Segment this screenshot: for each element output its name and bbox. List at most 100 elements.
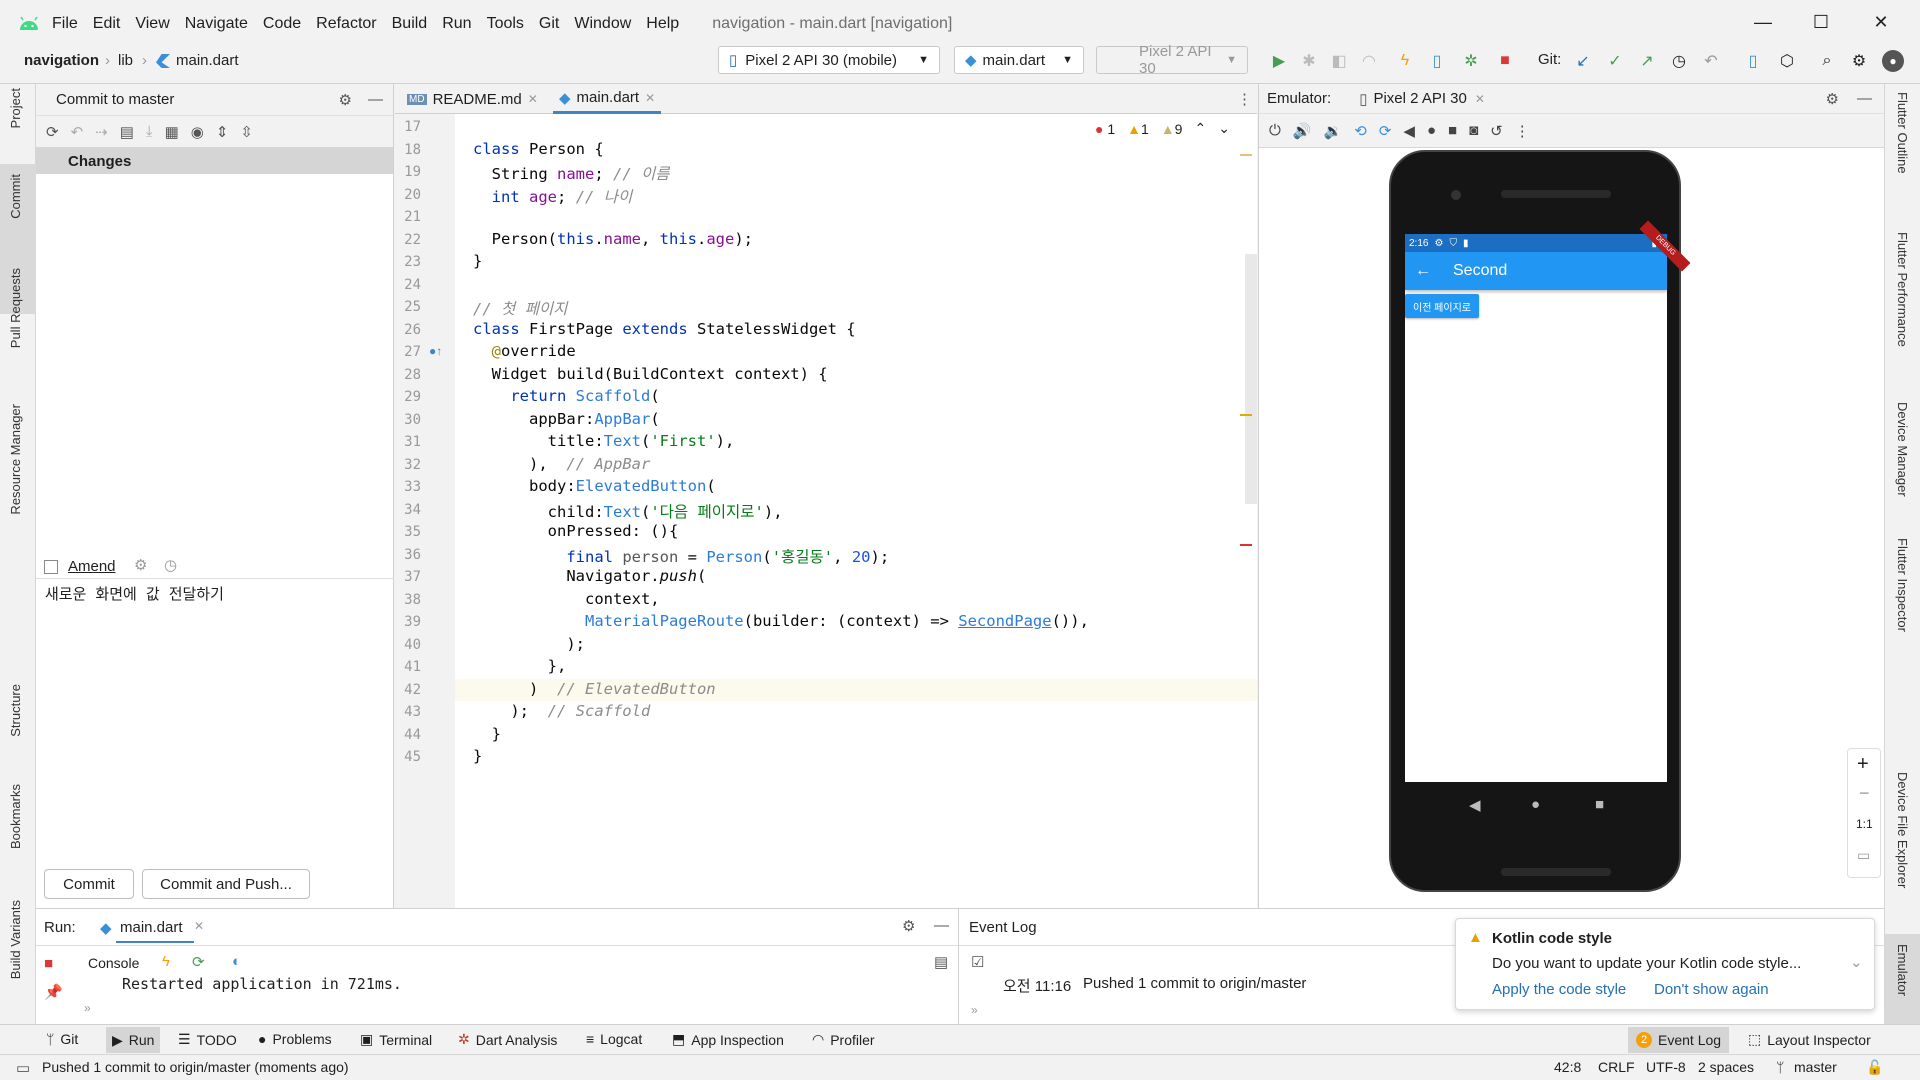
expand-all-icon[interactable]: ⇕ [216, 123, 229, 141]
back-icon[interactable]: ◀ [1403, 122, 1415, 140]
previous-page-button[interactable]: 이전 페이지로 [1405, 294, 1479, 318]
inspection-widget[interactable]: ● 1 ▲1 ▲9 ⌃ ⌄ [1095, 120, 1230, 137]
layout-icon[interactable]: ▤ [934, 953, 948, 971]
tool-terminal[interactable]: ▣ Terminal [360, 1031, 432, 1048]
tool-project[interactable]: Project [8, 88, 23, 128]
volume-down-icon[interactable]: 🔉 [1324, 122, 1343, 140]
tool-problems[interactable]: ● Problems [258, 1031, 332, 1047]
tab-main-dart[interactable]: ◆ main.dart ✕ [553, 84, 662, 114]
tool-commit[interactable]: Commit [8, 174, 23, 219]
breadcrumb-folder[interactable]: lib [118, 52, 133, 69]
zoom-in-icon[interactable]: + [1857, 753, 1869, 776]
menu-view[interactable]: View [135, 15, 169, 33]
avatar-icon[interactable]: ● [1882, 50, 1904, 72]
search-icon[interactable]: ⌕ [1816, 50, 1838, 72]
amend-checkbox[interactable] [44, 560, 58, 574]
tool-dart-analysis[interactable]: ✲ Dart Analysis [458, 1031, 557, 1048]
move-changes-icon[interactable]: ⇢ [95, 123, 108, 141]
tool-emulator[interactable]: Emulator [1895, 944, 1910, 996]
git-branch[interactable]: master [1794, 1059, 1837, 1075]
close-window-icon[interactable]: ✕ [1870, 12, 1892, 34]
close-tab-icon[interactable]: ✕ [645, 91, 655, 105]
refresh-icon[interactable]: ⟳ [46, 123, 59, 141]
indent-setting[interactable]: 2 spaces [1698, 1059, 1754, 1075]
tool-todo[interactable]: ☰ TODO [178, 1031, 237, 1048]
commit-button[interactable]: Commit [44, 869, 134, 899]
gear-icon[interactable]: ⚙ [134, 556, 147, 574]
zoom-fit-icon[interactable]: ▭ [1857, 847, 1870, 864]
apply-code-style-link[interactable]: Apply the code style [1492, 981, 1626, 998]
menu-window[interactable]: Window [574, 15, 631, 33]
back-arrow-icon[interactable]: ← [1415, 262, 1431, 280]
zoom-out-icon[interactable]: − [1859, 783, 1870, 804]
close-tab-icon[interactable]: ✕ [528, 92, 538, 106]
bug-icon[interactable]: ✲ [1460, 50, 1482, 72]
menu-code[interactable]: Code [263, 15, 301, 33]
tool-structure[interactable]: Structure [8, 684, 23, 737]
devtools-icon[interactable]: ◐ [232, 953, 241, 970]
chevron-down-icon[interactable]: ⌄ [1850, 953, 1863, 971]
settings-icon[interactable]: ⚙ [1848, 50, 1870, 72]
volume-up-icon[interactable]: 🔊 [1293, 122, 1312, 140]
sdk-manager-icon[interactable]: ⬡ [1776, 50, 1798, 72]
git-commit-icon[interactable]: ✓ [1604, 50, 1626, 72]
menu-tools[interactable]: Tools [487, 15, 524, 33]
changes-node[interactable]: Changes [36, 148, 393, 174]
menu-navigate[interactable]: Navigate [185, 15, 248, 33]
overview-icon[interactable]: ■ [1448, 122, 1457, 139]
hide-panel-icon[interactable]: — [368, 91, 383, 108]
settings-icon[interactable]: ⚙ [902, 917, 915, 935]
code-editor[interactable]: 17 18 19 20 21 22 23 24 25 26 27 28 29 30 31 32 33 34 35 36… [395, 114, 1257, 908]
menu-run[interactable]: Run [442, 15, 471, 33]
menu-help[interactable]: Help [646, 15, 679, 33]
snapshot-icon[interactable]: ↺ [1490, 122, 1503, 140]
tool-build-variants[interactable]: Build Variants [8, 900, 23, 979]
home-icon[interactable]: ● [1427, 122, 1436, 139]
phone-screen[interactable]: 2:16 ⚙ ⛉ ▮ ▮ ← Second DEBUG 이전 페이지로 [1405, 220, 1691, 782]
maximize-icon[interactable]: ☐ [1810, 12, 1832, 34]
tool-event-log[interactable]: 2 Event Log [1628, 1027, 1730, 1053]
zoom-actual-icon[interactable]: 1:1 [1856, 817, 1873, 831]
tool-pull-requests[interactable]: Pull Requests [8, 268, 23, 348]
commit-and-push-button[interactable]: Commit and Push... [142, 869, 310, 899]
tool-flutter-inspector[interactable]: Flutter Inspector [1895, 538, 1910, 632]
power-icon[interactable]: ⏻ [1269, 122, 1281, 139]
tool-flutter-performance[interactable]: Flutter Performance [1895, 232, 1910, 347]
rollback-icon[interactable]: ↶ [71, 123, 84, 141]
tool-resource-manager[interactable]: Resource Manager [8, 404, 23, 515]
breadcrumb-file[interactable]: main.dart [176, 52, 239, 69]
hot-reload-icon[interactable]: ϟ [162, 953, 170, 970]
nav-recent-icon[interactable]: ■ [1595, 796, 1604, 813]
tool-device-file-explorer[interactable]: Device File Explorer [1895, 772, 1910, 888]
emulator-selector[interactable]: Pixel 2 API 30 ▼ [1096, 43, 1248, 77]
mark-read-icon[interactable]: ☑ [971, 953, 984, 971]
run-icon[interactable]: ▶ [1268, 50, 1290, 72]
chevron-down-icon[interactable]: ⌄ [1218, 120, 1230, 137]
git-rollback-icon[interactable]: ↶ [1700, 50, 1722, 72]
hide-panel-icon[interactable]: — [1857, 90, 1872, 107]
git-push-icon[interactable]: ↗ [1636, 50, 1658, 72]
tool-layout-inspector[interactable]: ⬚ Layout Inspector [1748, 1031, 1871, 1048]
device-selector[interactable]: ▯ Pixel 2 API 30 (mobile) ▼ [718, 46, 940, 74]
menu-file[interactable]: File [52, 15, 78, 33]
run-config-selector[interactable]: ◆ main.dart ▼ [954, 46, 1084, 74]
diff-icon[interactable]: ▤ [120, 123, 134, 141]
tool-profiler[interactable]: ◠ Profiler [812, 1031, 875, 1048]
minimize-icon[interactable]: — [1752, 12, 1774, 34]
more-icon[interactable]: ⋮ [1515, 122, 1530, 140]
history-icon[interactable]: ◷ [164, 556, 177, 574]
rotate-left-icon[interactable]: ⟲ [1354, 122, 1367, 140]
layout-toggle-icon[interactable]: ▭ [16, 1059, 30, 1077]
stop-icon[interactable]: ■ [1494, 50, 1516, 72]
tool-app-inspection[interactable]: ⬒ App Inspection [672, 1031, 784, 1048]
nav-home-icon[interactable]: ● [1531, 796, 1540, 813]
hide-panel-icon[interactable]: — [934, 917, 949, 934]
tool-run[interactable]: ▶ Run [106, 1027, 161, 1053]
tab-readme[interactable]: MD README.md ✕ [407, 84, 538, 114]
more-icon[interactable]: » [84, 1001, 91, 1015]
menu-build[interactable]: Build [392, 15, 428, 33]
chevron-up-icon[interactable]: ⌃ [1194, 120, 1206, 137]
menu-refactor[interactable]: Refactor [316, 15, 376, 33]
line-separator[interactable]: CRLF [1598, 1059, 1635, 1075]
lock-icon[interactable]: 🔓 [1866, 1059, 1883, 1076]
